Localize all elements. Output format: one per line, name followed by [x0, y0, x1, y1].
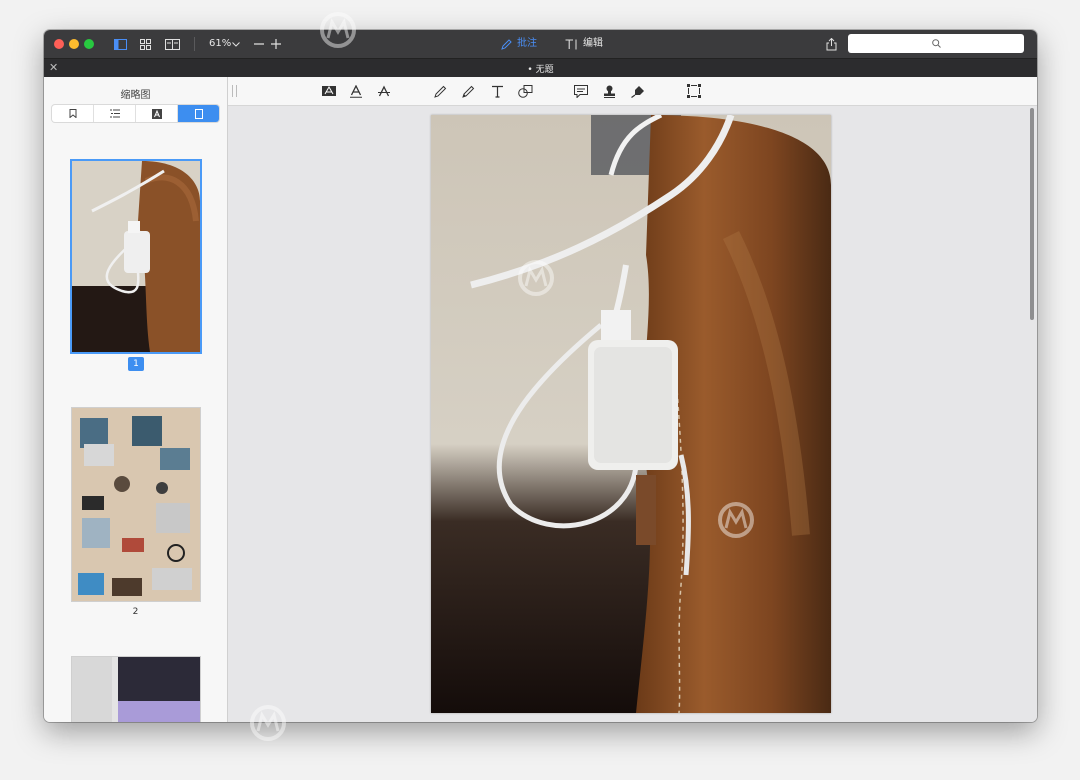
page-thumbnail-1[interactable]	[70, 159, 202, 354]
annotate-mode-button[interactable]: 批注	[501, 37, 537, 51]
sidebar-view-switcher	[52, 105, 219, 122]
document-title[interactable]: • 无题	[44, 62, 1037, 75]
thumbnail-icon	[194, 108, 203, 119]
charger-photo-thumbnail	[72, 161, 200, 352]
bookmark-tab[interactable]	[52, 105, 94, 122]
text-box-icon[interactable]	[489, 83, 505, 99]
desk-photo-thumbnail	[72, 408, 200, 601]
shape-icon[interactable]	[517, 83, 533, 99]
annotation-list-tab[interactable]	[136, 105, 178, 122]
toolbar-grip[interactable]	[232, 85, 237, 97]
thumbnail-sidebar: 缩略图 1 2	[44, 77, 228, 722]
pdf-page-1[interactable]	[431, 115, 831, 713]
annotation-toolbar	[228, 77, 1037, 106]
outline-tab[interactable]	[94, 105, 136, 122]
page-thumbnail-3[interactable]	[71, 656, 201, 722]
zoom-out-icon[interactable]	[253, 36, 265, 52]
sidebar-toggle-icon[interactable]	[112, 36, 128, 52]
zoom-in-icon[interactable]	[270, 36, 282, 52]
page-number: 2	[132, 607, 139, 617]
chevron-down-icon[interactable]	[231, 36, 241, 52]
page-number-badge: 1	[128, 357, 144, 371]
bookmark-icon	[69, 109, 76, 118]
underline-text-icon[interactable]	[348, 83, 364, 99]
sidebar-title: 缩略图	[120, 90, 151, 101]
eraser-icon[interactable]	[460, 83, 476, 99]
close-window-button[interactable]	[54, 39, 64, 49]
pencil-icon[interactable]	[432, 83, 448, 99]
app-window: 61% 批注 编辑 ✕ • 无题 缩略图 1 2	[44, 30, 1037, 722]
text-edit-icon	[565, 38, 577, 49]
stamp-icon[interactable]	[601, 83, 617, 99]
title-bar: 61% 批注 编辑	[44, 30, 1037, 58]
pen-icon	[501, 38, 512, 50]
selection-icon[interactable]	[686, 83, 702, 99]
outline-list-icon	[109, 109, 120, 118]
note-icon[interactable]	[573, 83, 589, 99]
grid-view-icon[interactable]	[137, 36, 153, 52]
highlight-text-icon[interactable]	[321, 83, 337, 99]
edit-mode-button[interactable]: 编辑	[565, 37, 603, 51]
edit-mode-label: 编辑	[583, 38, 603, 49]
maximize-window-button[interactable]	[84, 39, 94, 49]
share-icon[interactable]	[824, 36, 838, 52]
page-thumbnail-2[interactable]	[71, 407, 201, 602]
minimize-window-button[interactable]	[69, 39, 79, 49]
search-input[interactable]	[848, 34, 1024, 53]
strikethrough-text-icon[interactable]	[376, 83, 392, 99]
annotate-mode-label: 批注	[517, 38, 537, 49]
signature-icon[interactable]	[630, 83, 646, 99]
search-icon	[931, 39, 941, 48]
annotation-list-icon	[151, 108, 162, 119]
toolbar-divider	[194, 37, 195, 51]
charger-photo	[431, 115, 831, 713]
clock-photo-thumbnail	[72, 657, 200, 722]
vertical-scrollbar[interactable]	[1030, 108, 1034, 320]
document-canvas[interactable]	[228, 106, 1037, 722]
thumbnail-tab[interactable]	[178, 105, 219, 122]
two-page-view-icon[interactable]	[163, 36, 181, 52]
zoom-level[interactable]: 61%	[209, 37, 231, 51]
document-tab-bar: ✕ • 无题	[44, 58, 1037, 78]
